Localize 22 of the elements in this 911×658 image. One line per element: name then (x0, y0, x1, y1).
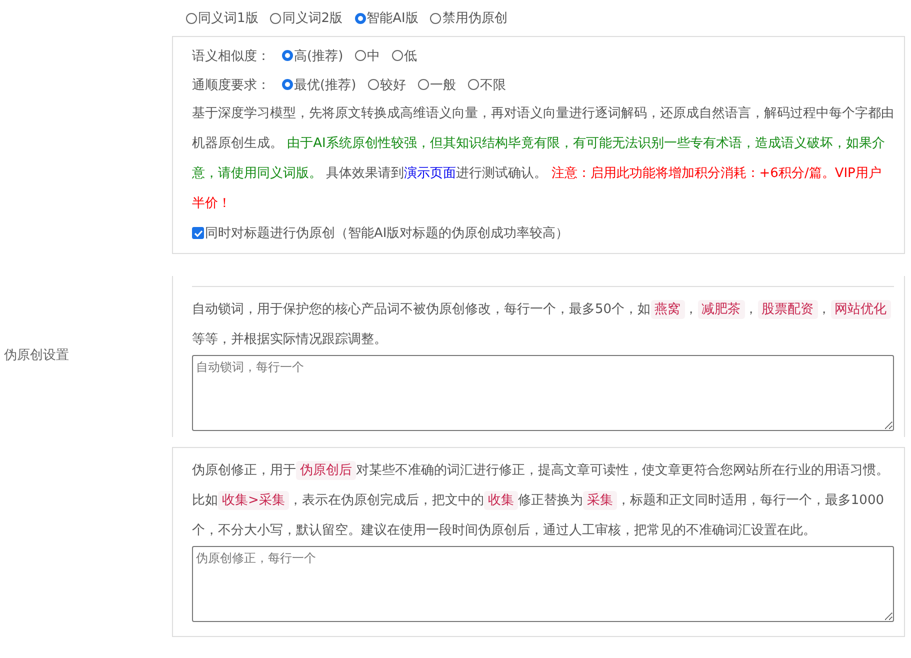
check-icon (194, 228, 202, 238)
lock-words-field[interactable]: 自动锁词，每行一个 (192, 354, 894, 430)
radio-option[interactable]: 同义词2版 (270, 9, 343, 27)
radio-option[interactable]: 低 (392, 46, 418, 64)
settings-label: 伪原创设置 (3, 346, 69, 364)
field-label: 语义相似度： (192, 48, 270, 64)
description-text: 自动锁词，用于保护您的核心产品词不被伪原创修改，每行一个，最多50个，如 燕窝 ， 减肥茶 ， 股票配资 ， 网站优化 等等，并根据实际情况跟踪调整。 (192, 294, 894, 354)
radio-option[interactable]: 较好 (368, 76, 406, 94)
description-text: 伪原创修正，用于 伪原创后 对某些不准确的词汇进行修正，提高文章可读性，使文章更符合您网站所在行业的用语习惯。比如 收集>采集 ，表示在伪原创完成后，把文中的 收集 修正替换为 采集 ，标题和正文同时适用，每行一个，最多1000个，不分大小写，默认留空。建议在使用一段时间伪原创后，通过人工审核，把常见的不准确词汇设置在此。 (192, 460, 890, 540)
radio-option[interactable]: 高(推荐) (282, 46, 344, 64)
radio-option[interactable]: 禁用伪原创 (430, 9, 508, 27)
field-label: 通顺度要求： (192, 76, 270, 94)
radio-option[interactable]: 不限 (468, 76, 506, 94)
radio-option[interactable]: 一般 (418, 76, 456, 94)
demo-page-link[interactable]: 演示页面 (404, 166, 456, 181)
radio-option[interactable]: 中 (355, 46, 380, 64)
radio-option[interactable]: 最优(推荐) (282, 76, 356, 94)
corrections-field[interactable]: 伪原创修正，每行一个 (192, 546, 894, 622)
title-checkbox[interactable]: 同时对标题进行伪原创（智能AI版对标题的伪原创成功率较高） (192, 219, 894, 247)
description-text: 基于深度学习模型，先将原文转换成高维语义向量，再对语义向量进行逐词解码，还原成自然语言，解码过程中每个字都由机器原创生成。 由于AI系统原创性较强，但其知识结构毕竟有限，有可能无法识别一些专有术语，造成语义破坏，如果介意，请使用同义词版。 具体效果请到演示页面进行测试确认。 注意：启用此功能将增加积分消耗：+6积分/篇。VIP用户半价！ (192, 105, 894, 213)
radio-option[interactable]: 同义词1版 (186, 9, 258, 27)
radio-option[interactable]: 智能AI版 (354, 9, 418, 27)
